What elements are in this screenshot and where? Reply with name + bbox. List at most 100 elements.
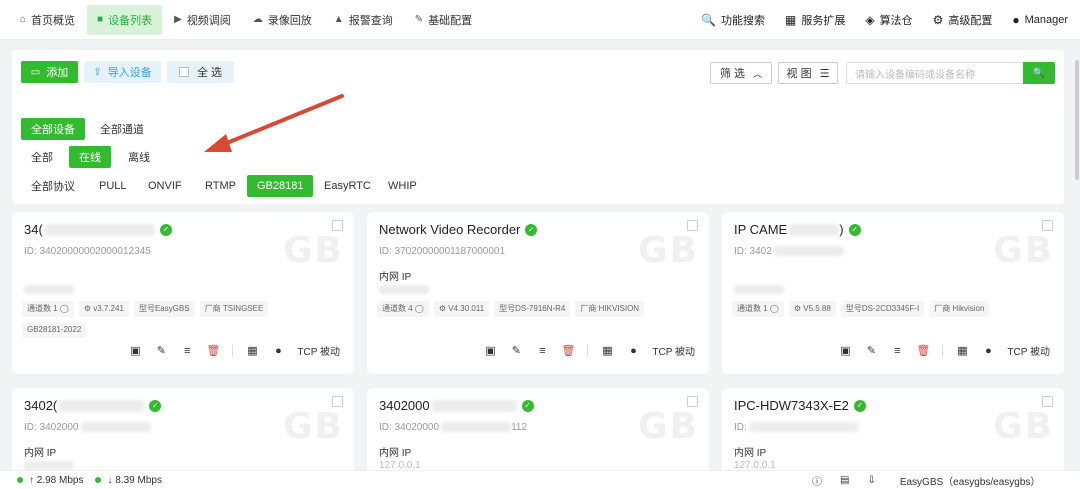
- status-dot: [17, 477, 23, 483]
- delete-icon[interactable]: 🗑: [206, 344, 220, 357]
- device-tag: 通道数 1 ◯: [22, 301, 74, 317]
- transport-mode[interactable]: TCP 被动: [652, 343, 695, 358]
- download-icon[interactable]: ⇩: [867, 475, 875, 486]
- device-name: IPC-HDW7343X-E2: [734, 398, 849, 413]
- nav-right-item-1[interactable]: 🔍 功能搜索: [701, 12, 765, 28]
- device-id: ID: 3402: [734, 246, 844, 257]
- nav-item-5[interactable]: ▲ 报警查询: [324, 5, 403, 35]
- device-tags: 通道数 1 ◯ ⚙ v3.7.241 型号EasyGBS 厂商 TSINGSEE GB2…: [22, 301, 342, 343]
- device-id: ID:: [734, 422, 859, 433]
- scope-tab-2[interactable]: 全部通道: [90, 118, 154, 140]
- qrcode-icon[interactable]: ▦: [600, 344, 614, 357]
- protocol-tab-2[interactable]: PULL: [89, 175, 137, 197]
- device-card[interactable]: GB 34(✓ ID: 34020000002000012345 通道数 1 ◯ ⚙ v…: [12, 212, 354, 374]
- user-icon[interactable]: ●: [626, 345, 640, 357]
- details-icon[interactable]: ≡: [180, 345, 194, 357]
- device-id-suffix: 112: [511, 422, 528, 433]
- edit-icon[interactable]: ✎: [864, 344, 878, 357]
- device-title: 3402(✓: [24, 398, 162, 413]
- nav-item-6[interactable]: ✎ 基础配置: [405, 5, 482, 35]
- device-card[interactable]: GB IP CAME) ✓ ID: 3402 通道数 1 ◯ ⚙ V5.5.88 型号DS-…: [722, 212, 1064, 374]
- card-checkbox[interactable]: [687, 396, 698, 407]
- nav-right-item-2[interactable]: ▦ 服务扩展: [785, 12, 845, 28]
- edit-icon[interactable]: ✎: [509, 344, 523, 357]
- card-checkbox[interactable]: [332, 396, 343, 407]
- nav-right-item-3[interactable]: ◈ 算法仓: [865, 12, 912, 28]
- transport-mode[interactable]: TCP 被动: [297, 343, 340, 358]
- import-device-button[interactable]: ⇪ 导入设备: [84, 61, 161, 83]
- help-icon[interactable]: ⓘ: [812, 473, 822, 488]
- play-video-icon[interactable]: ▣: [838, 344, 852, 357]
- lan-ip-value: [379, 284, 429, 295]
- status-tab-2[interactable]: 在线: [69, 146, 111, 168]
- edit-icon[interactable]: ✎: [154, 344, 168, 357]
- dropbox-icon: ◈: [865, 13, 875, 27]
- qrcode-icon[interactable]: ▦: [955, 344, 969, 357]
- play-video-icon[interactable]: ▣: [483, 344, 497, 357]
- status-tab-1[interactable]: 全部: [21, 146, 63, 168]
- device-card[interactable]: GB Network Video Recorder ✓ ID: 37020000001…: [367, 212, 709, 374]
- transport-mode[interactable]: TCP 被动: [1007, 343, 1050, 358]
- nav-item-label: 视频调阅: [186, 14, 231, 27]
- scrollbar[interactable]: [1075, 60, 1079, 180]
- device-card[interactable]: GB 3402000 ✓ ID: 34020000 112 内网 IP 127.0.0.1: [367, 388, 709, 478]
- protocol-tab-4[interactable]: RTMP: [195, 175, 246, 197]
- status-tab-3[interactable]: 离线: [118, 146, 160, 168]
- card-checkbox[interactable]: [1042, 396, 1053, 407]
- device-card[interactable]: GB 3402(✓ ID: 3402000 内网 IP: [12, 388, 354, 478]
- details-icon[interactable]: ≡: [890, 345, 904, 357]
- select-all-button[interactable]: 全 选: [167, 61, 234, 83]
- document-icon[interactable]: ▤: [840, 475, 849, 486]
- delete-icon[interactable]: 🗑: [916, 344, 930, 357]
- device-tag: ⚙ V5.5.88: [788, 301, 836, 317]
- add-button[interactable]: ▭ 添加: [21, 61, 78, 83]
- device-id-text: ID:: [734, 422, 747, 433]
- device-title: 3402000 ✓: [379, 398, 534, 413]
- lan-ip-label: 内网 IP: [734, 448, 767, 459]
- delete-icon[interactable]: 🗑: [561, 344, 575, 357]
- nav-item-4[interactable]: ☁ 录像回放: [243, 5, 322, 35]
- search-input[interactable]: 请输入设备编码或设备名称: [846, 62, 1024, 84]
- divider: [942, 344, 944, 357]
- card-checkbox[interactable]: [1042, 220, 1053, 231]
- search-button[interactable]: 🔍: [1023, 62, 1055, 84]
- filter-toggle-button[interactable]: 筛 选 ︿: [710, 62, 772, 84]
- protocol-tab-3[interactable]: ONVIF: [138, 175, 192, 197]
- nav-item-label: 基础配置: [428, 14, 473, 27]
- status-dot: [95, 477, 102, 483]
- protocol-tab-6[interactable]: EasyRTC: [314, 175, 381, 197]
- play-video-icon[interactable]: ▣: [128, 344, 142, 357]
- gb-watermark: GB: [638, 406, 699, 447]
- details-icon[interactable]: ≡: [535, 345, 549, 357]
- protocol-tab-5[interactable]: GB28181: [247, 175, 314, 197]
- protocol-tab-1[interactable]: 全部协议: [21, 175, 85, 197]
- nav-item-2[interactable]: ■ 设备列表: [87, 4, 163, 35]
- qrcode-icon[interactable]: ▦: [245, 344, 259, 357]
- card-checkbox[interactable]: [332, 220, 343, 231]
- nav-right-label: 高级配置: [948, 15, 993, 27]
- online-check-icon: ✓: [853, 399, 866, 412]
- gb-watermark: GB: [638, 230, 699, 271]
- device-card[interactable]: GB IPC-HDW7343X-E2 ✓ ID: 内网 IP 127.0.0.1: [722, 388, 1064, 478]
- lan-ip-value: [734, 284, 784, 295]
- device-tag: GB28181-2022: [22, 322, 87, 338]
- lan-ip-label: 内网 IP: [379, 272, 412, 283]
- device-tag: 厂商 TSINGSEE: [199, 301, 269, 317]
- redacted-text: [379, 284, 429, 294]
- nav-item-1[interactable]: ⌂ 首页概览: [10, 5, 85, 35]
- search-icon: 🔍: [701, 13, 716, 27]
- protocol-tab-7[interactable]: WHIP: [378, 175, 427, 197]
- view-toggle-button[interactable]: 视 图 ☰: [778, 62, 838, 84]
- status-footer: ↑ 2.98 Mbps ↓ 8.39 Mbps ⓘ ▤ ⇩ EasyGBS（ea…: [0, 470, 1080, 489]
- nav-item-3[interactable]: ▶ 视频调阅: [164, 5, 241, 35]
- nav-right-item-4[interactable]: ⚙ 高级配置: [933, 12, 993, 28]
- online-check-icon: ✓: [159, 223, 172, 236]
- search-icon: 🔍: [1032, 67, 1046, 79]
- user-icon[interactable]: ●: [271, 345, 285, 357]
- nav-right-item-5[interactable]: ● Manager: [1012, 13, 1068, 27]
- scope-tab-1[interactable]: 全部设备: [21, 118, 85, 140]
- device-tag: 通道数 1 ◯: [732, 301, 784, 317]
- user-icon[interactable]: ●: [981, 345, 995, 357]
- gear-icon: ⚙: [932, 13, 944, 27]
- card-checkbox[interactable]: [687, 220, 698, 231]
